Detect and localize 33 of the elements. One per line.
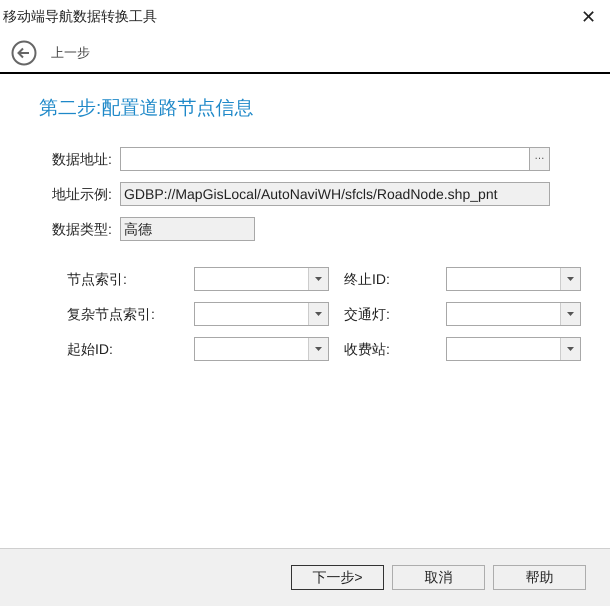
combo-label: 终止ID: — [344, 270, 391, 288]
combo-label: 起始ID: — [67, 340, 114, 358]
field-label: 数据地址: — [52, 150, 113, 168]
combo-label: 交通灯: — [344, 304, 391, 324]
dropdown[interactable] — [194, 267, 329, 291]
back-button-icon[interactable] — [11, 40, 37, 66]
input-field[interactable]: ··· — [120, 147, 550, 171]
dialog-button[interactable]: 下一步> — [291, 565, 384, 590]
field-label: 数据类型: — [52, 220, 113, 238]
combo-label: 复杂节点索引: — [67, 304, 156, 324]
dialog-button[interactable]: 帮助 — [493, 565, 586, 590]
dropdown[interactable] — [194, 302, 329, 326]
input-field[interactable]: 高德 — [120, 217, 255, 241]
dropdown-arrow-icon — [315, 277, 322, 281]
browse-button[interactable]: ··· — [529, 148, 549, 170]
input-field[interactable]: GDBP://MapGisLocal/AutoNaviWH/sfcls/RoadNode.shp_pnt — [120, 182, 550, 206]
window-title: 移动端导航数据转换工具 — [3, 8, 157, 26]
field-label: 地址示例: — [52, 184, 113, 204]
dropdown-arrow-icon — [567, 277, 574, 281]
dropdown-arrow-icon — [315, 347, 322, 351]
dropdown[interactable] — [194, 337, 329, 361]
close-button[interactable]: ✕ — [581, 8, 596, 26]
back-label[interactable]: 上一步 — [51, 43, 90, 63]
combo-label: 节点索引: — [67, 270, 128, 288]
dropdown-arrow-icon — [567, 347, 574, 351]
step-heading: 第二步:配置道路节点信息 — [39, 97, 254, 121]
dropdown-arrow-icon — [315, 312, 322, 316]
dropdown[interactable] — [446, 337, 581, 361]
dropdown[interactable] — [446, 267, 581, 291]
combo-label: 收费站: — [344, 340, 391, 358]
dropdown-arrow-icon — [567, 312, 574, 316]
dropdown[interactable] — [446, 302, 581, 326]
dialog-button[interactable]: 取消 — [392, 565, 485, 590]
